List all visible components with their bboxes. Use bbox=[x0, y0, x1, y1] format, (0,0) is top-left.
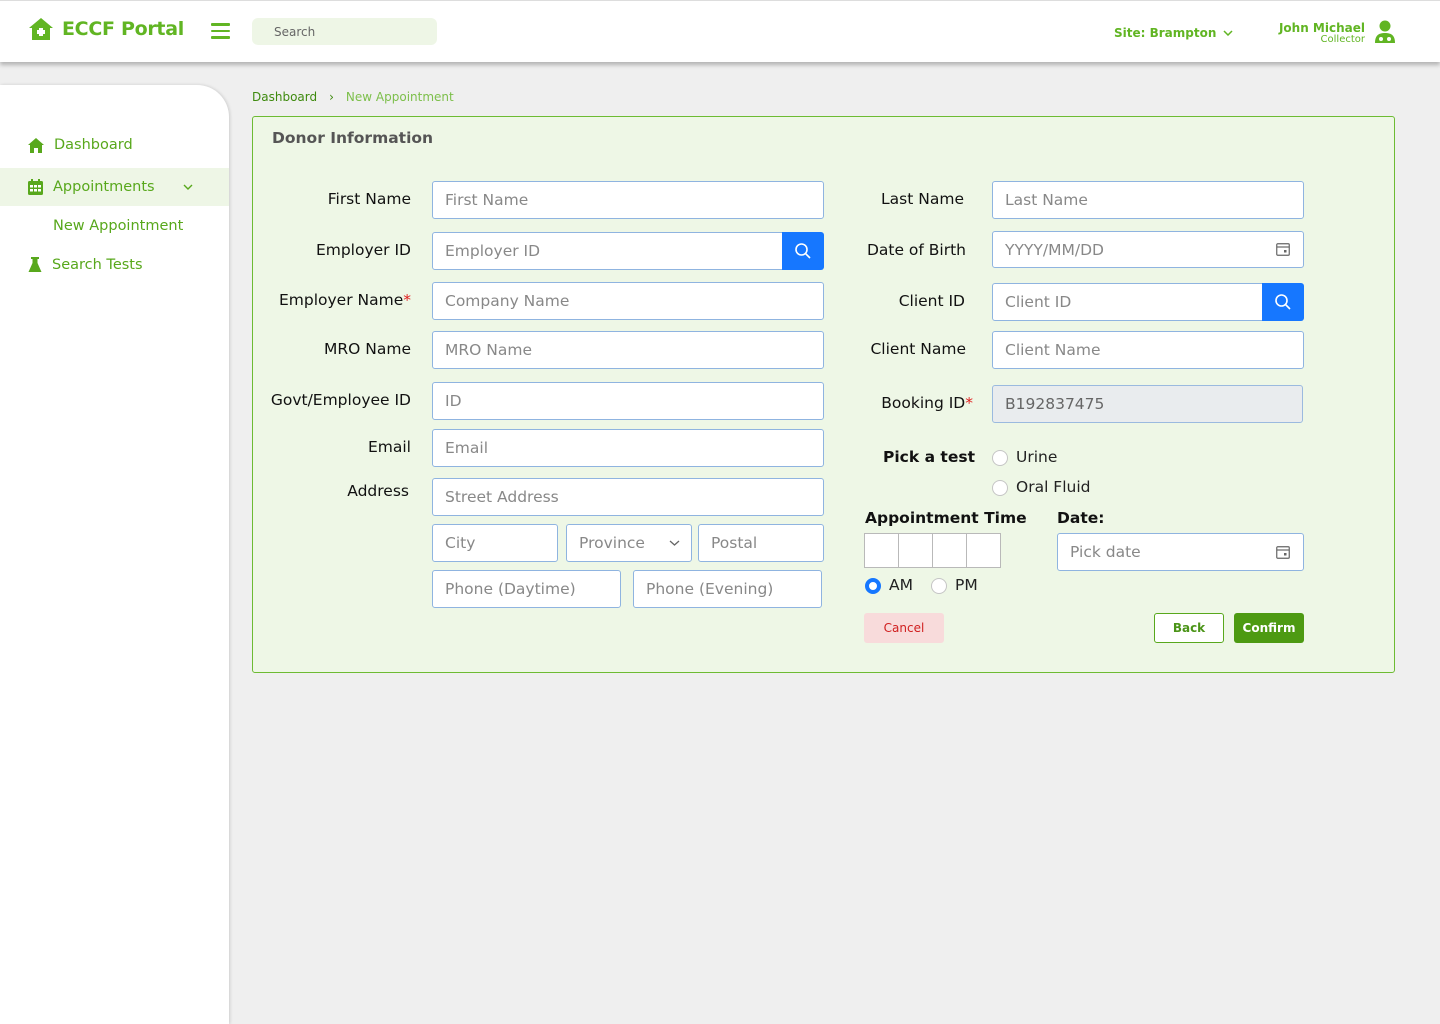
site-selector[interactable]: Site: Brampton bbox=[1114, 26, 1233, 40]
client-name-label: Client Name bbox=[870, 340, 966, 358]
mro-name-label: MRO Name bbox=[324, 340, 411, 358]
employer-name-label: Employer Name* bbox=[279, 291, 411, 309]
pm-radio[interactable] bbox=[931, 578, 947, 594]
user-role: Collector bbox=[1320, 34, 1365, 45]
employer-id-search-button[interactable] bbox=[782, 232, 824, 270]
search-icon bbox=[795, 243, 811, 259]
app-title: ECCF Portal bbox=[62, 18, 184, 40]
last-name-input[interactable] bbox=[992, 181, 1304, 219]
booking-id-label: Booking ID* bbox=[881, 394, 973, 412]
time-minute-ones-input[interactable] bbox=[966, 533, 1001, 568]
user-name: John Michael bbox=[1278, 21, 1365, 35]
govt-id-input[interactable] bbox=[432, 382, 824, 420]
app-logo[interactable]: ECCF Portal bbox=[28, 17, 184, 41]
home-icon bbox=[28, 137, 44, 153]
client-id-input[interactable] bbox=[992, 283, 1264, 321]
oral-fluid-radio-label[interactable]: Oral Fluid bbox=[1016, 478, 1091, 496]
first-name-label: First Name bbox=[327, 190, 411, 208]
sidebar-item-search-tests[interactable]: Search Tests bbox=[0, 246, 229, 284]
email-input[interactable] bbox=[432, 429, 824, 467]
street-address-input[interactable] bbox=[432, 478, 824, 516]
sidebar-item-label: Appointments bbox=[53, 179, 155, 195]
sidebar-subitem-new-appointment[interactable]: New Appointment bbox=[53, 218, 183, 234]
breadcrumb-current: New Appointment bbox=[345, 90, 454, 104]
appointment-time-label: Appointment Time bbox=[865, 509, 1027, 527]
top-header: ECCF Portal Site: Brampton John Michael … bbox=[0, 0, 1440, 62]
panel-title: Donor Information bbox=[272, 129, 434, 147]
search-input[interactable] bbox=[252, 18, 437, 45]
time-hour-tens-input[interactable] bbox=[864, 533, 899, 568]
govt-id-label: Govt/Employee ID bbox=[270, 391, 411, 409]
urine-radio-label[interactable]: Urine bbox=[1016, 448, 1057, 466]
booking-id-input bbox=[992, 385, 1303, 423]
booking-id-label-text: Booking ID bbox=[881, 394, 966, 412]
pm-radio-label[interactable]: PM bbox=[955, 576, 978, 594]
confirm-button[interactable]: Confirm bbox=[1234, 613, 1304, 643]
phone-evening-input[interactable] bbox=[633, 570, 822, 608]
search-icon bbox=[1275, 294, 1291, 310]
breadcrumb-separator: › bbox=[329, 90, 334, 104]
required-marker: * bbox=[403, 291, 411, 309]
sidebar-item-dashboard[interactable]: Dashboard bbox=[0, 126, 229, 164]
site-label: Site: Brampton bbox=[1114, 26, 1217, 40]
employer-name-input[interactable] bbox=[432, 282, 824, 320]
client-name-input[interactable] bbox=[992, 331, 1304, 369]
sidebar-item-appointments[interactable]: Appointments bbox=[0, 168, 229, 206]
employer-id-input[interactable] bbox=[432, 232, 784, 270]
user-avatar-icon[interactable] bbox=[1374, 20, 1396, 44]
email-label: Email bbox=[367, 438, 411, 456]
first-name-input[interactable] bbox=[432, 181, 824, 219]
date-label: Date: bbox=[1057, 509, 1105, 527]
home-logo-icon bbox=[29, 18, 53, 40]
calendar-icon[interactable] bbox=[1276, 545, 1290, 559]
chevron-down-icon bbox=[669, 540, 680, 546]
back-button[interactable]: Back bbox=[1154, 613, 1224, 643]
calendar-icon bbox=[28, 179, 43, 195]
am-radio[interactable] bbox=[865, 578, 881, 594]
breadcrumb-dashboard[interactable]: Dashboard bbox=[252, 90, 317, 104]
province-select-value: Province bbox=[579, 534, 645, 552]
flask-icon bbox=[28, 257, 42, 272]
dob-input[interactable] bbox=[992, 231, 1304, 268]
postal-input[interactable] bbox=[698, 524, 824, 562]
address-label: Address bbox=[347, 482, 409, 500]
mro-name-input[interactable] bbox=[432, 331, 824, 369]
pick-test-label: Pick a test bbox=[883, 448, 975, 466]
appointment-date-input[interactable] bbox=[1057, 533, 1304, 571]
am-radio-label[interactable]: AM bbox=[889, 576, 913, 594]
city-input[interactable] bbox=[432, 524, 558, 562]
calendar-icon[interactable] bbox=[1276, 242, 1290, 256]
cancel-button[interactable]: Cancel bbox=[864, 613, 944, 643]
client-id-search-button[interactable] bbox=[1262, 283, 1304, 321]
urine-radio[interactable] bbox=[992, 450, 1008, 466]
time-minute-tens-input[interactable] bbox=[932, 533, 967, 568]
time-hour-ones-input[interactable] bbox=[898, 533, 933, 568]
chevron-down-icon bbox=[183, 184, 193, 190]
employer-id-label: Employer ID bbox=[315, 241, 411, 259]
employer-name-label-text: Employer Name bbox=[278, 291, 404, 309]
sidebar-item-label: Search Tests bbox=[52, 257, 143, 273]
client-id-label: Client ID bbox=[898, 292, 965, 310]
chevron-down-icon bbox=[1223, 30, 1233, 36]
last-name-label: Last Name bbox=[881, 190, 964, 208]
breadcrumb: Dashboard › New Appointment bbox=[252, 90, 454, 104]
dob-label: Date of Birth bbox=[866, 241, 966, 259]
phone-daytime-input[interactable] bbox=[432, 570, 621, 608]
required-marker: * bbox=[965, 394, 973, 412]
sidebar-item-label: Dashboard bbox=[54, 137, 133, 153]
user-info[interactable]: John Michael Collector bbox=[1279, 21, 1365, 45]
oral-fluid-radio[interactable] bbox=[992, 480, 1008, 496]
menu-icon[interactable] bbox=[211, 23, 230, 39]
